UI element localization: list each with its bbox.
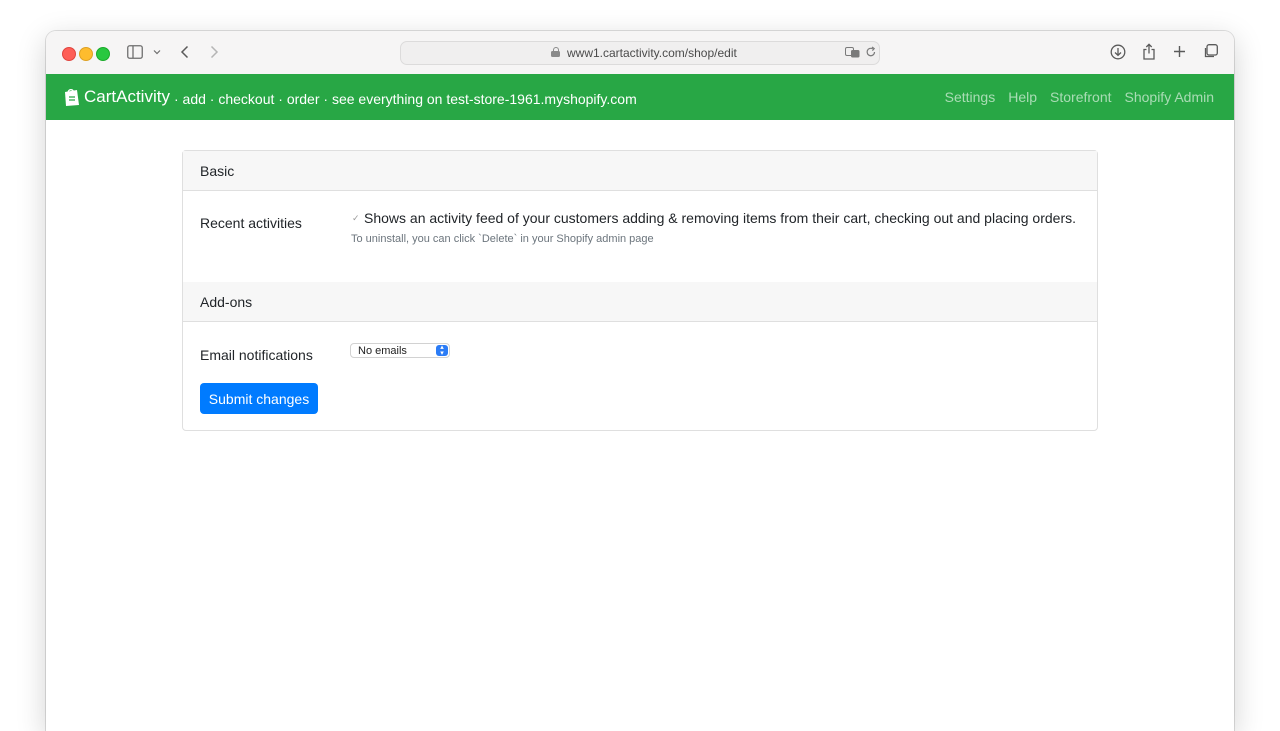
select-value: No emails bbox=[358, 345, 407, 357]
checkmark-icon[interactable]: ✓ bbox=[352, 213, 360, 224]
close-window-button[interactable] bbox=[62, 47, 76, 61]
chevron-down-icon[interactable] bbox=[153, 49, 161, 55]
brand-tagline: · add · checkout · order · see everythin… bbox=[174, 91, 637, 107]
address-bar[interactable]: www1.cartactivity.com/shop/edit bbox=[400, 41, 880, 65]
nav-link-shopify-admin[interactable]: Shopify Admin bbox=[1125, 89, 1215, 105]
uninstall-hint: To uninstall, you can click `Delete` in … bbox=[351, 233, 654, 245]
back-icon[interactable] bbox=[180, 45, 190, 59]
forward-icon[interactable] bbox=[209, 45, 219, 59]
recent-activities-description: Shows an activity feed of your customers… bbox=[364, 210, 1077, 226]
zoom-window-button[interactable] bbox=[96, 47, 110, 61]
app-navbar: CartActivity · add · checkout · order · … bbox=[46, 74, 1234, 120]
section-title: Add-ons bbox=[200, 294, 253, 310]
sidebar-toggle-icon[interactable] bbox=[127, 45, 143, 59]
minimize-window-button[interactable] bbox=[79, 47, 93, 61]
download-icon[interactable] bbox=[1110, 44, 1126, 60]
reload-icon[interactable] bbox=[865, 46, 877, 58]
shopping-bag-icon bbox=[65, 88, 79, 106]
submit-changes-button[interactable]: Submit changes bbox=[200, 383, 318, 414]
url-text: www1.cartactivity.com/shop/edit bbox=[567, 46, 737, 60]
select-arrows-icon: ▴ ▾ bbox=[436, 344, 448, 357]
section-header-addons: Add-ons bbox=[183, 282, 1097, 322]
section-title: Basic bbox=[200, 163, 235, 179]
browser-toolbar: www1.cartactivity.com/shop/edit bbox=[46, 31, 1234, 74]
share-icon[interactable] bbox=[1142, 43, 1156, 60]
browser-window: www1.cartactivity.com/shop/edit CartActi… bbox=[46, 31, 1234, 731]
email-notifications-select[interactable]: No emails ▴ ▾ bbox=[350, 343, 450, 358]
tab-overview-icon[interactable] bbox=[1203, 44, 1218, 59]
settings-card: Basic Recent activities ✓ Shows an activ… bbox=[182, 150, 1098, 431]
nav-link-storefront[interactable]: Storefront bbox=[1050, 89, 1111, 105]
section-header-basic: Basic bbox=[183, 151, 1097, 191]
nav-link-help[interactable]: Help bbox=[1008, 89, 1037, 105]
lock-icon bbox=[551, 47, 560, 57]
email-notifications-label: Email notifications bbox=[200, 347, 313, 363]
nav-links: Settings Help Storefront Shopify Admin bbox=[945, 89, 1214, 105]
new-tab-icon[interactable] bbox=[1173, 45, 1186, 58]
translate-icon[interactable] bbox=[845, 47, 860, 58]
brand-name[interactable]: CartActivity bbox=[84, 87, 170, 107]
nav-link-settings[interactable]: Settings bbox=[945, 89, 996, 105]
recent-activities-label: Recent activities bbox=[200, 215, 302, 231]
